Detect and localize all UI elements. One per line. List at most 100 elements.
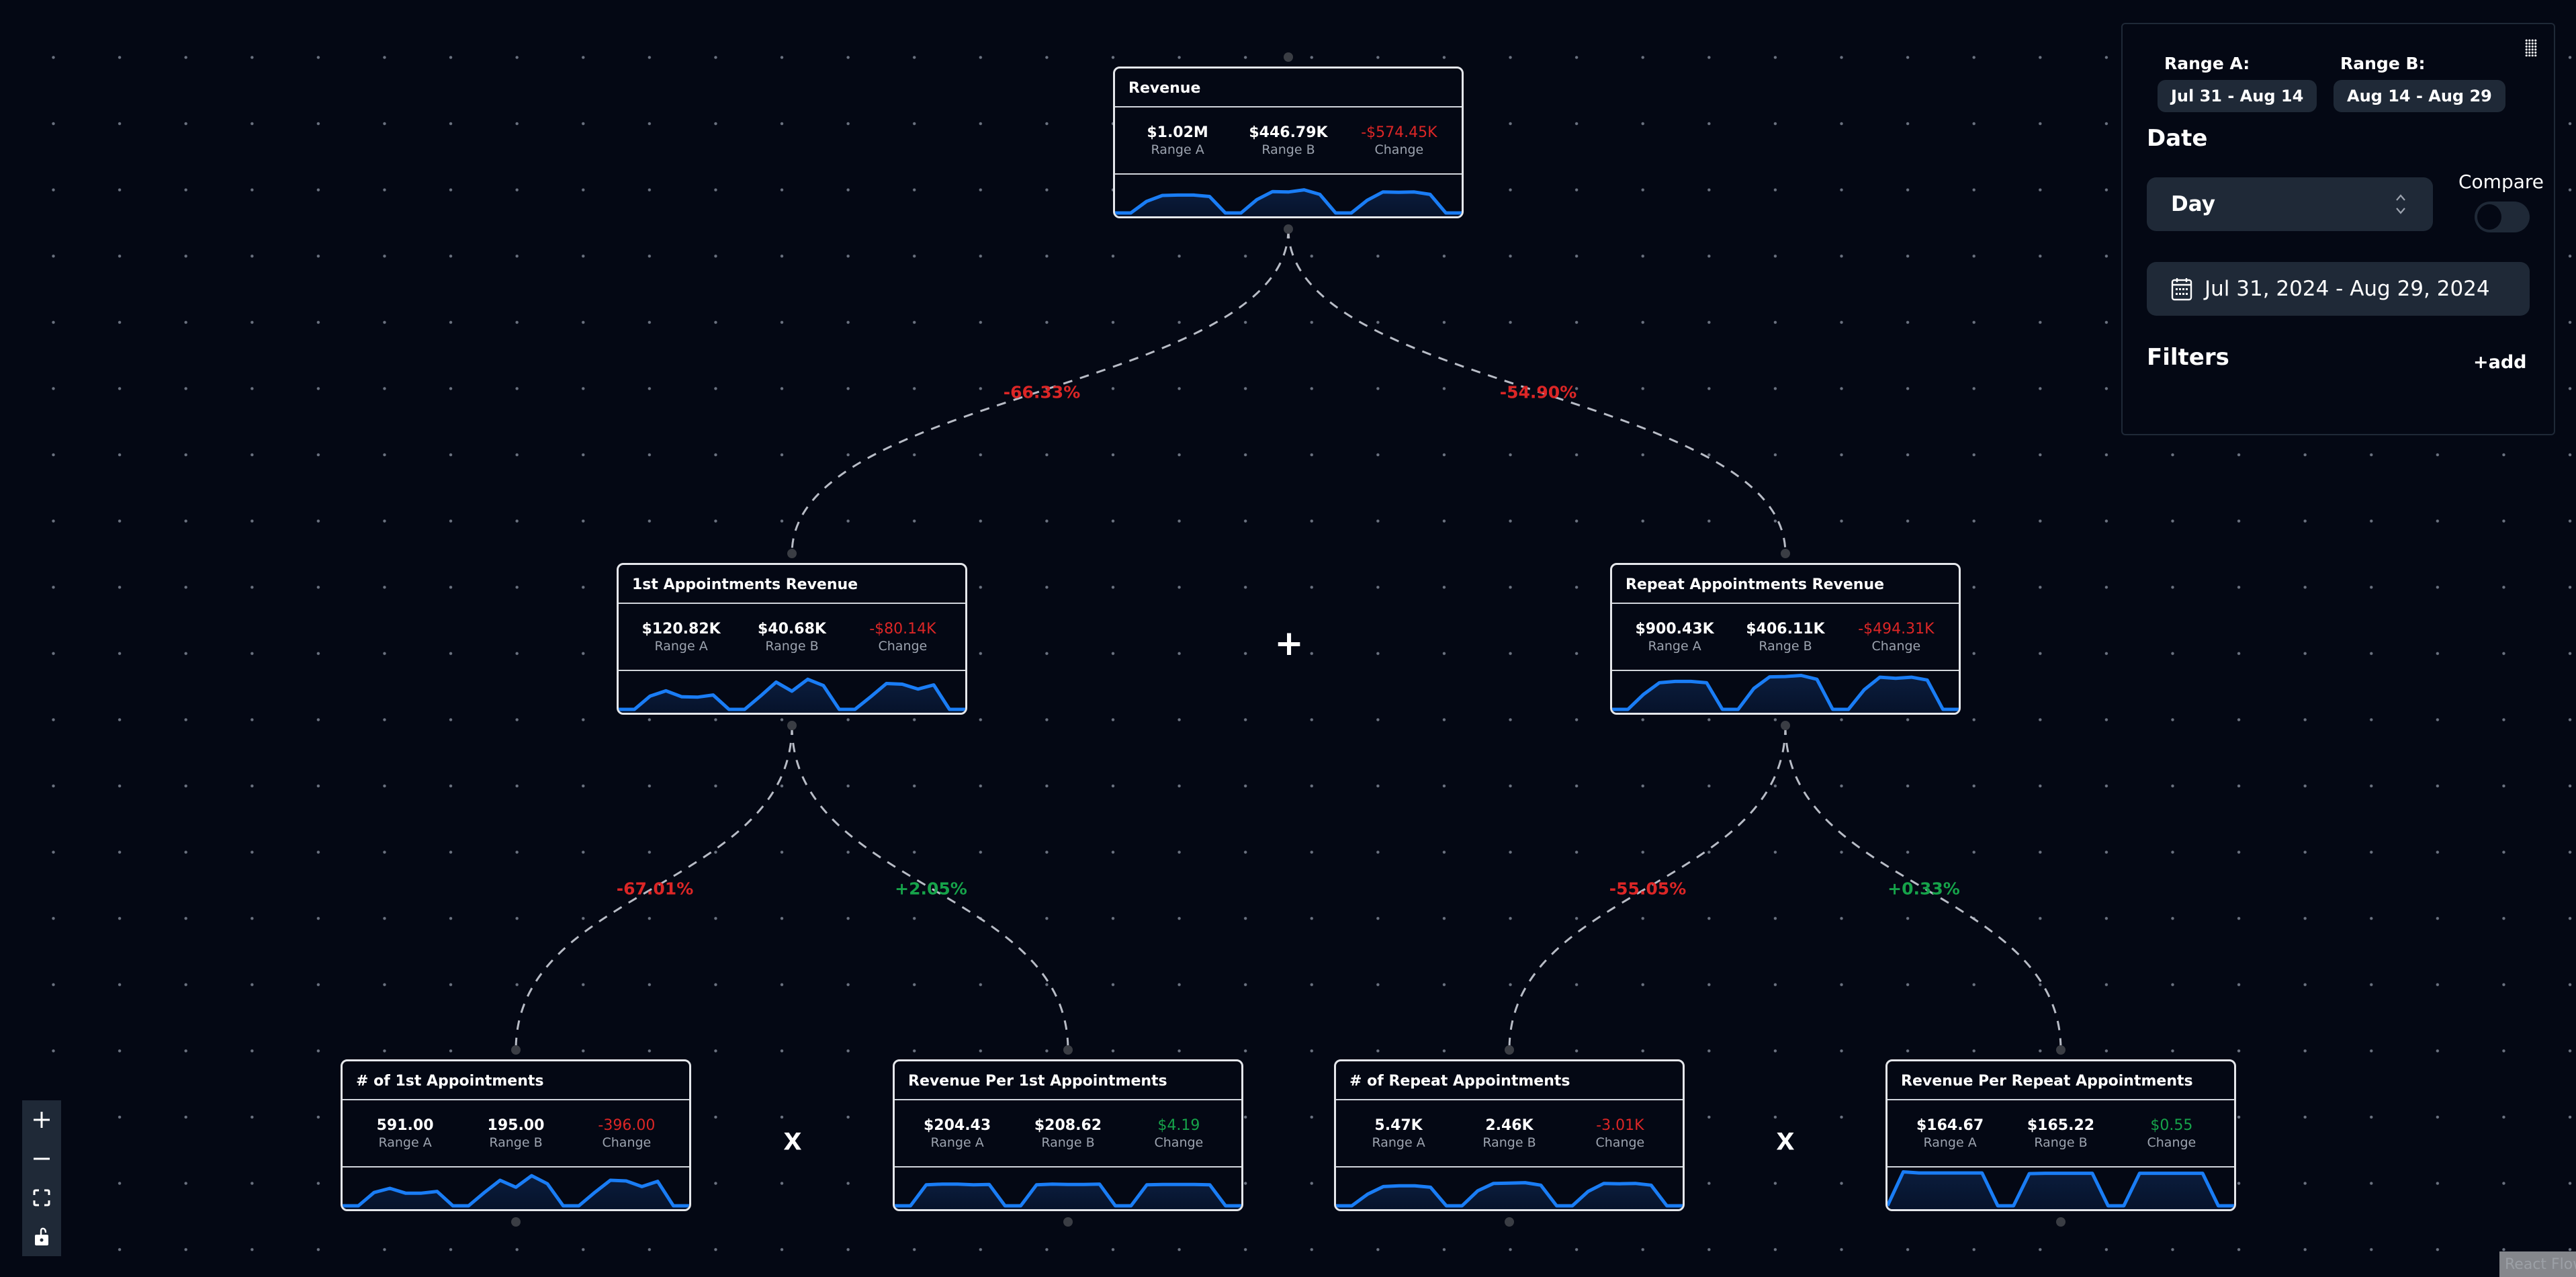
unlock-icon xyxy=(35,1227,48,1245)
node-handle-bottom[interactable] xyxy=(787,721,797,730)
node-handle-bottom[interactable] xyxy=(1505,1217,1514,1227)
edge-label: +0.33% xyxy=(1887,879,1960,899)
node-title: Revenue Per Repeat Appointments xyxy=(1887,1061,2234,1100)
sparkline xyxy=(343,1168,689,1209)
drag-handle-icon[interactable] xyxy=(2525,39,2537,56)
stat-change: $0.55 Change xyxy=(2117,1117,2227,1150)
sparkline-area xyxy=(343,1176,689,1209)
zoom-in-button[interactable] xyxy=(22,1100,61,1139)
stat-range-b: 195.00 Range B xyxy=(461,1117,571,1150)
fit-view-icon xyxy=(33,1189,50,1206)
metric-node-revenue[interactable]: Revenue $1.02M Range A $446.79K Range B -$574… xyxy=(1113,67,1464,218)
node-stats: $900.43K Range A $406.11K Range B -$494.31K C… xyxy=(1612,604,1959,671)
range-a-label: Range A xyxy=(378,1135,432,1150)
zoom-out-button[interactable] xyxy=(22,1139,61,1178)
node-stats: $120.82K Range A $40.68K Range B -$80.14K Cha… xyxy=(619,604,965,671)
node-title: Revenue Per 1st Appointments xyxy=(895,1061,1241,1100)
sparkline-area xyxy=(895,1184,1241,1209)
change-label: Change xyxy=(1154,1135,1204,1150)
sparkline-chart xyxy=(1115,188,1462,216)
sparkline-area xyxy=(619,679,965,713)
node-handle-bottom[interactable] xyxy=(1284,224,1293,234)
node-title: # of Repeat Appointments xyxy=(1336,1061,1683,1100)
metric-node-repeat-appointments-revenue[interactable]: Repeat Appointments Revenue $900.43K Range… xyxy=(1610,563,1961,715)
range-b-label: Range B xyxy=(1261,142,1315,157)
range-a-chip[interactable]: Jul 31 - Aug 14 xyxy=(2158,80,2317,112)
range-a-group: Range A: Jul 31 - Aug 14 xyxy=(2158,54,2317,112)
change-label: Change xyxy=(1374,142,1424,157)
range-a-value: 591.00 xyxy=(376,1116,434,1134)
change-value: -$80.14K xyxy=(869,620,936,637)
range-b-label: Range B xyxy=(489,1135,543,1150)
node-handle-top[interactable] xyxy=(1781,549,1790,558)
toggle-interactivity-button[interactable] xyxy=(22,1217,61,1256)
stat-range-b: $40.68K Range B xyxy=(737,621,847,654)
stat-range-a: 5.47K Range A xyxy=(1343,1117,1454,1150)
metric-node-revenue-per-repeat-appointment[interactable]: Revenue Per Repeat Appointments $164.67 Ra… xyxy=(1885,1059,2236,1211)
stat-range-b: $406.11K Range B xyxy=(1730,621,1840,654)
range-b-label: Range B xyxy=(1759,638,1812,654)
fit-view-button[interactable] xyxy=(22,1178,61,1217)
stat-change: -$574.45K Change xyxy=(1344,124,1454,157)
change-label: Change xyxy=(878,638,928,654)
stat-range-a: $120.82K Range A xyxy=(626,621,736,654)
control-panel: Range A: Jul 31 - Aug 14 Range B: Aug 14… xyxy=(2121,23,2555,435)
node-handle-bottom[interactable] xyxy=(511,1217,521,1227)
granularity-select[interactable]: Day xyxy=(2147,177,2433,231)
sparkline xyxy=(619,671,965,713)
range-a-label: Range A xyxy=(1648,638,1701,654)
date-range-picker[interactable]: Jul 31, 2024 - Aug 29, 2024 xyxy=(2147,262,2530,316)
change-value: -$574.45K xyxy=(1361,124,1437,141)
metric-node-first-appointments-revenue[interactable]: 1st Appointments Revenue $120.82K Range A $… xyxy=(617,563,967,715)
node-handle-top[interactable] xyxy=(511,1045,521,1055)
node-handle-top[interactable] xyxy=(1063,1045,1073,1055)
range-b-label: Range B: xyxy=(2340,54,2426,73)
node-handle-bottom[interactable] xyxy=(1781,721,1790,730)
zoom-in-icon xyxy=(34,1112,50,1128)
range-a-value: $1.02M xyxy=(1147,124,1208,141)
date-section-title: Date xyxy=(2147,125,2208,152)
node-handle-top[interactable] xyxy=(787,549,797,558)
range-b-label: Range B xyxy=(1482,1135,1536,1150)
node-handle-bottom[interactable] xyxy=(1063,1217,1073,1227)
metric-node-num-first-appointments[interactable]: # of 1st Appointments 591.00 Range A 195.00… xyxy=(341,1059,691,1211)
node-handle-top[interactable] xyxy=(1505,1045,1514,1055)
node-stats: 591.00 Range A 195.00 Range B -396.00 Change xyxy=(343,1100,689,1168)
react-flow-attribution[interactable]: React Flow xyxy=(2499,1251,2576,1277)
metric-node-revenue-per-first-appointment[interactable]: Revenue Per 1st Appointments $204.43 Range… xyxy=(893,1059,1243,1211)
node-handle-top[interactable] xyxy=(1284,52,1293,62)
edge-label: -55.05% xyxy=(1609,879,1687,899)
stat-change: $4.19 Change xyxy=(1124,1117,1234,1150)
range-b-value: $208.62 xyxy=(1034,1116,1102,1134)
compare-toggle[interactable] xyxy=(2475,202,2530,232)
range-a-value: $164.67 xyxy=(1916,1116,1984,1134)
add-filter-button[interactable]: +add xyxy=(2473,352,2527,373)
sparkline xyxy=(1887,1168,2234,1209)
stat-range-b: $208.62 Range B xyxy=(1013,1117,1123,1150)
range-b-value: 2.46K xyxy=(1485,1116,1534,1134)
range-b-chip[interactable]: Aug 14 - Aug 29 xyxy=(2334,80,2505,112)
stat-range-b: $446.79K Range B xyxy=(1233,124,1343,157)
compare-label: Compare xyxy=(2458,171,2544,193)
node-title: Repeat Appointments Revenue xyxy=(1612,565,1959,604)
change-value: -$494.31K xyxy=(1858,620,1935,637)
range-a-value: 5.47K xyxy=(1374,1116,1423,1134)
range-b-label: Range B xyxy=(1041,1135,1095,1150)
metric-node-num-repeat-appointments[interactable]: # of Repeat Appointments 5.47K Range A 2.46… xyxy=(1334,1059,1685,1211)
edge-label: -67.01% xyxy=(616,879,694,899)
node-title: # of 1st Appointments xyxy=(343,1061,689,1100)
node-title: Revenue xyxy=(1115,69,1462,107)
node-handle-bottom[interactable] xyxy=(2056,1217,2066,1227)
range-a-label: Range A xyxy=(1923,1135,1977,1150)
range-b-value: $406.11K xyxy=(1746,620,1825,637)
range-b-group: Range B: Aug 14 - Aug 29 xyxy=(2334,54,2505,112)
range-a-value: $120.82K xyxy=(641,620,721,637)
node-handle-top[interactable] xyxy=(2056,1045,2066,1055)
change-value: -3.01K xyxy=(1596,1116,1644,1134)
filters-section-title: Filters xyxy=(2147,344,2229,371)
zoom-out-icon xyxy=(34,1157,50,1160)
stat-range-a: $204.43 Range A xyxy=(902,1117,1012,1150)
range-a-label: Range A xyxy=(654,638,708,654)
stat-range-a: $164.67 Range A xyxy=(1895,1117,2005,1150)
range-b-value: $165.22 xyxy=(2027,1116,2095,1134)
